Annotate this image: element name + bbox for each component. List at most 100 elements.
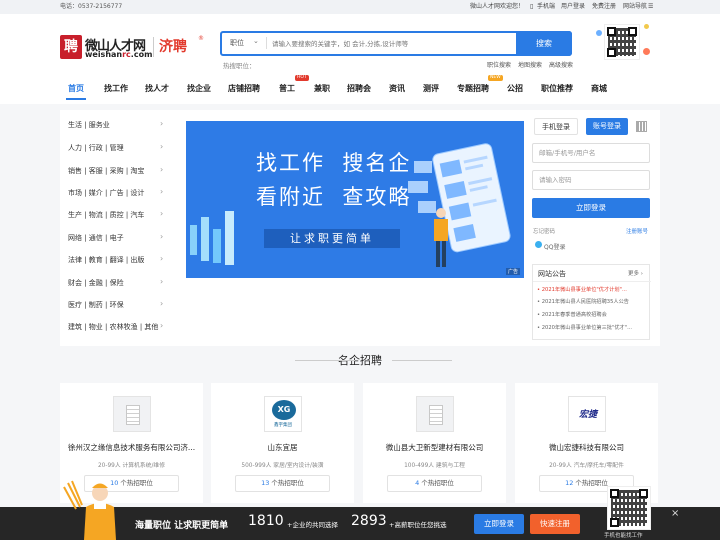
forgot-password-link[interactable]: 忘记密码 [533,227,555,235]
nav-public-recruit[interactable]: 公招 [507,83,523,94]
advanced-search-link[interactable]: 高级搜索 [549,60,573,69]
banner-line-1: 找工作 搜名企 [256,151,412,175]
category-item[interactable]: 市场 | 媒介 | 广告 | 设计 [68,188,144,198]
chevron-right-icon: › [160,119,164,128]
chevron-down-icon[interactable]: ⌄ [253,37,259,45]
notice-item[interactable]: • 2021年微山县事业单位"优才计划"... [537,286,647,293]
active-underline [66,98,86,100]
nav-general-worker[interactable]: 普工 [279,83,295,94]
category-item[interactable]: 销售 | 客服 | 采购 | 淘宝 [68,166,144,176]
nav-find-company[interactable]: 找企业 [187,83,211,94]
search-button[interactable]: 搜索 [516,31,572,56]
nav-find-job[interactable]: 找工作 [104,83,128,94]
map-search-link[interactable]: 地图搜索 [518,60,542,69]
job-count: 2893 [351,513,387,529]
menu-icon[interactable]: ☰ [648,0,653,14]
company-name[interactable]: 徐州汉之缘信息技术服务有限公司济... [60,442,203,453]
chevron-right-icon: › [160,232,164,241]
category-item[interactable]: 法律 | 教育 | 翻译 | 出版 [68,255,144,265]
category-item[interactable]: 网络 | 通信 | 电子 [68,233,124,243]
banner-line-2: 看附近 查攻略 [256,185,412,209]
notice-item[interactable]: • 2021年春季普通高校招聘会 [537,311,647,318]
search-input[interactable] [272,35,512,52]
qr-code-icon [604,24,640,60]
qr-login-icon[interactable] [636,121,647,132]
login-button[interactable]: 立即登录 [532,198,650,218]
famous-section-header: 名企招聘 [0,352,720,368]
building-icon [416,396,454,432]
site-nav-link[interactable]: 网站导航 [623,0,647,14]
divider [533,281,651,282]
search-type-select[interactable]: 职位 [230,38,244,48]
notice-panel: 网站公告 更多 › • 2021年微山县事业单位"优才计划"... • 2021… [532,264,651,340]
hot-jobs-button[interactable]: 4 个热招职位 [387,475,482,492]
hotline-text: 电话：0537-2156777 [60,3,123,10]
hot-jobs-label: 热搜职位： [223,62,256,70]
nav-mall[interactable]: 商城 [591,83,607,94]
company-detail: 500-999人 家居/室内设计/装潢 [241,463,324,469]
job-search-link[interactable]: 职位搜索 [487,60,511,69]
chevron-right-icon: › [160,254,164,263]
nav-assessment[interactable]: 测评 [423,83,439,94]
category-item[interactable]: 人力 | 行政 | 管理 [68,143,124,153]
username-input[interactable]: 邮箱/手机号/用户名 [532,143,650,163]
nav-job-recommend[interactable]: 职位推荐 [541,83,573,94]
chevron-right-icon: › [160,187,164,196]
login-panel: 手机登录 账号登录 邮箱/手机号/用户名 请输入密码 立即登录 忘记密码 注册账… [532,117,650,275]
category-item[interactable]: 生活 | 服务业 [68,120,110,130]
nav-job-fair[interactable]: 招聘会 [347,83,371,94]
nav-part-time[interactable]: 兼职 [314,83,330,94]
tab-account-login[interactable]: 账号登录 [586,118,628,135]
footer-slogan: 海量职位 让求职更简单 [135,521,229,531]
chevron-right-icon: › [160,165,164,174]
footer-login-button[interactable]: 立即登录 [474,514,524,534]
ad-label: 广告 [505,268,520,275]
building-icon [113,396,151,432]
category-item[interactable]: 生产 | 物流 | 质控 | 汽车 [68,210,144,220]
qq-login-link[interactable]: QQ登录 [544,242,565,251]
dot-icon [644,24,649,29]
password-input[interactable]: 请输入密码 [532,170,650,190]
company-logo: XG 鑫宇集团 [264,396,302,432]
chevron-right-icon: › [160,321,164,330]
company-card[interactable]: 微山县大卫新型建材有限公司 100-499人 建筑与工程 4 个热招职位 [363,383,506,503]
qr-caption: 手机也能找工作 [604,533,643,539]
site-logo[interactable]: 聘 微山人才网 weishanrc.com 济聘 ® [60,35,210,65]
divider [295,360,355,361]
register-link[interactable]: 注册账号 [626,227,648,235]
user-login-link[interactable]: 用户登录 [561,0,585,14]
chevron-right-icon: › [160,299,164,308]
dot-icon [643,48,650,55]
close-icon[interactable]: × [671,508,679,519]
nav-special-recruit[interactable]: 专题招聘 [457,83,489,94]
company-name[interactable]: 山东宜居 [211,442,354,453]
mobile-link[interactable]: 手机端 [537,0,555,14]
nav-home[interactable]: 首页 [68,83,84,94]
hot-badge: HOT [295,75,309,81]
company-card[interactable]: XG 鑫宇集团 山东宜居 500-999人 家居/室内设计/装潢 13 个热招职… [211,383,354,503]
logo-en: weishanrc.com [85,50,153,59]
company-detail: 20-99人 汽车/摩托车/零配件 [549,463,624,469]
category-item[interactable]: 建筑 | 物业 | 农林牧渔 | 其他 [68,322,158,332]
notice-item[interactable]: • 2020年微山县事业单位第三批"优才"... [537,324,647,331]
nav-shop-recruit[interactable]: 店铺招聘 [228,83,260,94]
company-card[interactable]: 宏捷 微山宏捷科技有限公司 20-99人 汽车/摩托车/零配件 12 个热招职位 [515,383,658,503]
registered-mark: ® [198,35,204,42]
footer-register-button[interactable]: 快速注册 [530,514,580,534]
nav-news[interactable]: 资讯 [389,83,405,94]
tab-mobile-login[interactable]: 手机登录 [534,118,578,135]
promo-banner[interactable]: 找工作 搜名企 看附近 查攻略 让求职更简单 广告 [186,121,524,278]
company-name[interactable]: 微山县大卫新型建材有限公司 [363,442,506,453]
dot-icon [596,30,602,36]
nav-find-talent[interactable]: 找人才 [145,83,169,94]
category-item[interactable]: 医疗 | 制药 | 环保 [68,300,124,310]
category-item[interactable]: 财会 | 金融 | 保险 [68,278,124,288]
banner-slogan: 让求职更简单 [264,229,400,248]
divider [266,37,267,49]
notice-more-link[interactable]: 更多 › [628,269,643,277]
hot-jobs-button[interactable]: 13 个热招职位 [235,475,330,492]
free-register-link[interactable]: 免费注册 [592,0,616,14]
notice-item[interactable]: • 2021年微山县人民医院招聘35人公告 [537,298,647,305]
company-name[interactable]: 微山宏捷科技有限公司 [515,442,658,453]
qq-icon[interactable] [535,241,542,248]
